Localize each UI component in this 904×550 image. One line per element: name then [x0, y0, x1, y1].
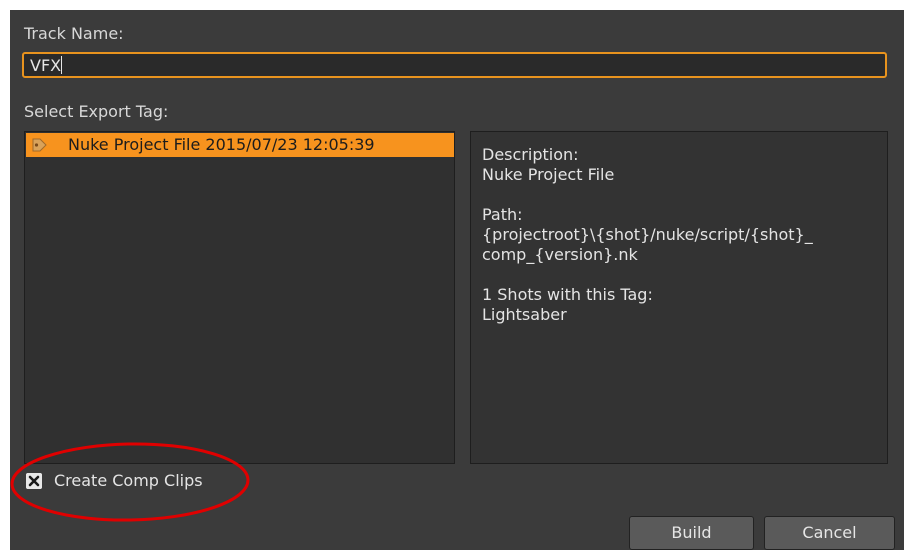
path-line-1: {projectroot}\{shot}/nuke/script/{shot}_	[482, 225, 813, 244]
cancel-button[interactable]: Cancel	[764, 516, 895, 550]
path-line-2: comp_{version}.nk	[482, 245, 638, 264]
export-tag-label: Select Export Tag:	[24, 102, 169, 121]
build-button[interactable]: Build	[629, 516, 754, 550]
shots-heading: 1 Shots with this Tag:	[482, 285, 653, 304]
nuke-tag-icon	[32, 138, 47, 152]
description-heading: Description:	[482, 145, 579, 164]
description-text: Nuke Project File	[482, 165, 615, 184]
create-comp-clips-label: Create Comp Clips	[54, 471, 203, 490]
list-item-label: Nuke Project File 2015/07/23 12:05:39	[68, 135, 375, 154]
track-name-input[interactable]: VFX	[22, 52, 887, 78]
text-caret	[61, 56, 63, 74]
description-panel: Description: Nuke Project File Path: {pr…	[470, 131, 888, 464]
shots-value: Lightsaber	[482, 305, 567, 324]
list-item[interactable]: Nuke Project File 2015/07/23 12:05:39	[26, 133, 454, 157]
create-comp-clips-checkbox[interactable]	[26, 473, 42, 489]
build-track-dialog: Track Name: VFX Select Export Tag: Nuke …	[10, 10, 904, 550]
track-name-label: Track Name:	[24, 24, 124, 43]
track-name-value: VFX	[30, 56, 62, 75]
export-tag-list[interactable]: Nuke Project File 2015/07/23 12:05:39	[24, 131, 455, 464]
path-heading: Path:	[482, 205, 523, 224]
